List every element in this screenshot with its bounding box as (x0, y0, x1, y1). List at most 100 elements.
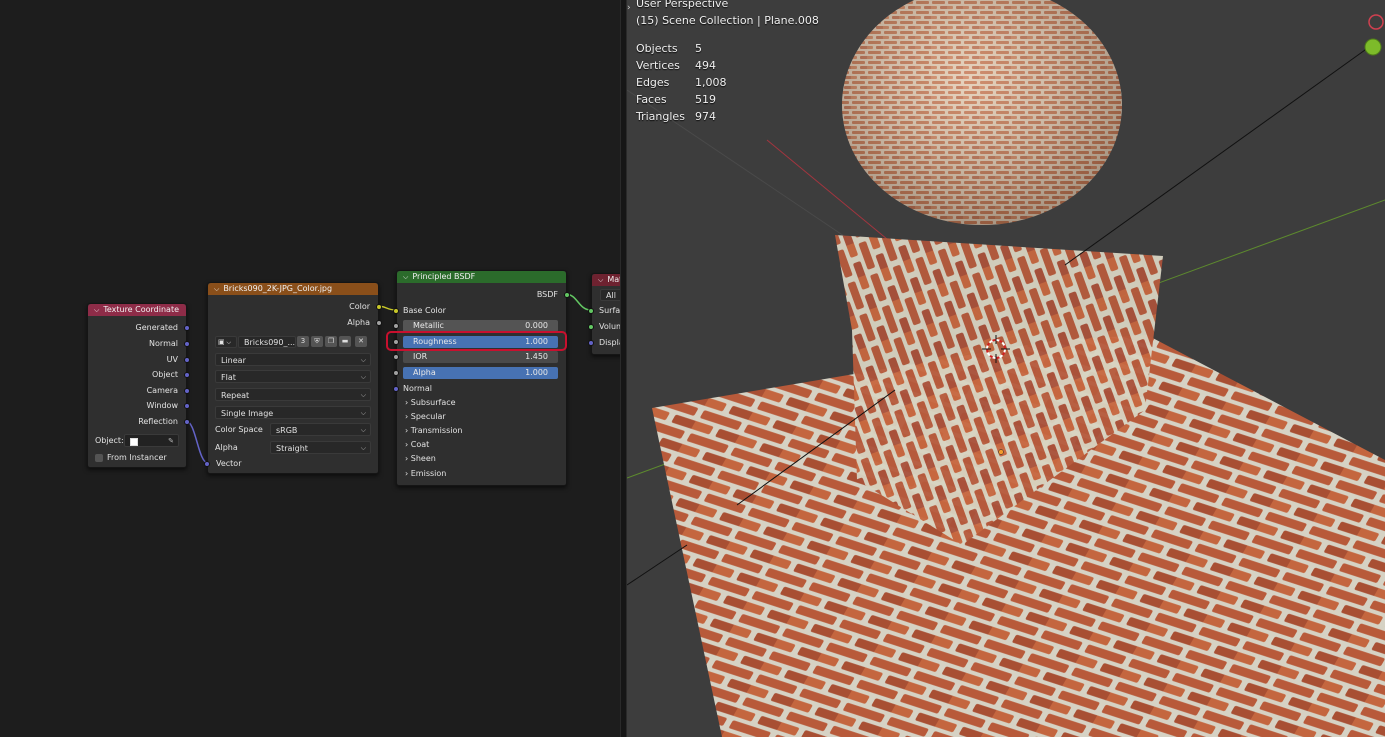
node-title: Mat (607, 275, 620, 284)
socket-normal-input[interactable] (393, 386, 399, 392)
extension-value: Repeat (221, 391, 250, 400)
chevron-down-icon: ⌵ (360, 409, 366, 417)
output-color: Color (349, 302, 370, 311)
socket-window[interactable] (184, 403, 190, 409)
socket-object[interactable] (184, 372, 190, 378)
node-header[interactable]: ⌵ Mat (592, 274, 620, 286)
material-output-node[interactable]: ⌵ Mat All Surface Volume Displac (588, 273, 620, 355)
stat-faces-label: Faces (636, 93, 667, 106)
panel-emission[interactable]: › Emission (405, 468, 446, 480)
output-uv: UV (166, 355, 178, 364)
object-icon (130, 437, 138, 446)
socket-displacement[interactable] (588, 340, 594, 346)
sphere-shading (842, 0, 1122, 225)
projection-select[interactable]: Flat ⌵ (215, 370, 371, 383)
gizmo-x-axis (1368, 14, 1384, 30)
chevron-down-icon[interactable]: ⌵ (598, 276, 603, 284)
image-browse-button[interactable]: ▣ ⌵ (215, 336, 237, 348)
panel-chevron-icon: › (405, 426, 409, 435)
socket-surface[interactable] (588, 308, 594, 314)
shield-icon[interactable]: ⛨ (311, 336, 323, 347)
panel-transmission[interactable]: › Transmission (405, 425, 462, 437)
color-space-select[interactable]: sRGB ⌵ (270, 423, 371, 436)
toolbar-toggle-icon[interactable]: › (627, 3, 631, 13)
panel-label: Specular (410, 412, 446, 421)
output-window: Window (146, 401, 178, 410)
object-origin (998, 449, 1004, 455)
panel-sheen[interactable]: › Sheen (405, 453, 436, 465)
source-select[interactable]: Single Image ⌵ (215, 406, 371, 419)
3d-viewport[interactable]: › User Perspective (15) Scene Collection… (627, 0, 1385, 737)
interpolation-select[interactable]: Linear ⌵ (215, 353, 371, 366)
color-space-value: sRGB (276, 426, 298, 435)
node-title: Texture Coordinate (103, 305, 179, 314)
panel-subsurface[interactable]: › Subsurface (405, 397, 456, 409)
socket-generated[interactable] (184, 325, 190, 331)
socket-reflection[interactable] (184, 419, 190, 425)
alpha-mode-select[interactable]: Straight ⌵ (270, 441, 371, 454)
node-header[interactable]: ⌵ Principled BSDF (397, 271, 566, 283)
output-alpha: Alpha (347, 318, 370, 327)
from-instancer-label: From Instancer (107, 453, 167, 462)
chevron-down-icon: ⌵ (360, 444, 366, 452)
duplicate-icon[interactable]: ❐ (325, 336, 337, 347)
alpha-field[interactable]: Alpha 1.000 (403, 367, 558, 379)
panel-label: Emission (410, 469, 447, 478)
socket-alpha-input[interactable] (393, 370, 399, 376)
image-texture-node[interactable]: ⌵ Bricks090_2K-JPG_Color.jpg Color Alpha … (204, 282, 382, 474)
eyedropper-icon[interactable]: ✎ (168, 435, 174, 446)
panel-chevron-icon: › (405, 454, 409, 463)
chevron-down-icon[interactable]: ⌵ (403, 273, 408, 281)
socket-uv[interactable] (184, 357, 190, 363)
object-label: Object: (95, 436, 124, 445)
socket-bsdf[interactable] (564, 292, 570, 298)
stat-faces-value: 519 (695, 93, 716, 106)
target-select[interactable]: All (600, 289, 620, 301)
stat-objects-value: 5 (695, 42, 702, 55)
link-reflection-vector (185, 420, 209, 464)
socket-alpha[interactable] (376, 320, 382, 326)
light-line (627, 544, 688, 586)
socket-base-color[interactable] (393, 308, 399, 314)
output-normal: Normal (149, 339, 178, 348)
interpolation-value: Linear (221, 356, 246, 365)
input-normal: Normal (403, 384, 432, 393)
principled-bsdf-node[interactable]: ⌵ Principled BSDF BSDF Base Color Metalli… (393, 270, 570, 486)
close-icon[interactable]: ✕ (355, 336, 367, 347)
image-name-field[interactable]: Bricks090_... (238, 336, 296, 348)
from-instancer-checkbox[interactable] (95, 454, 103, 462)
socket-volume[interactable] (588, 324, 594, 330)
gizmo-y-axis (1364, 38, 1382, 56)
node-editor[interactable]: ⌵ Texture Coordinate Generated Normal UV … (0, 0, 620, 737)
chevron-down-icon[interactable]: ⌵ (94, 306, 99, 314)
users-count[interactable]: 3 (297, 336, 309, 347)
socket-metallic[interactable] (393, 323, 399, 329)
node-title: Bricks090_2K-JPG_Color.jpg (223, 284, 333, 293)
object-picker[interactable]: ✎ (124, 434, 179, 447)
panel-coat[interactable]: › Coat (405, 439, 429, 451)
stat-objects-label: Objects (636, 42, 678, 55)
panel-specular[interactable]: › Specular (405, 411, 446, 423)
texture-coordinate-node[interactable]: ⌵ Texture Coordinate Generated Normal UV … (87, 303, 190, 468)
area-divider[interactable] (620, 0, 627, 737)
ior-field[interactable]: IOR 1.450 (403, 351, 558, 363)
node-title: Principled BSDF (412, 272, 476, 281)
chevron-down-icon: ⌵ (360, 391, 366, 399)
stat-vertices-value: 494 (695, 59, 716, 72)
chevron-down-icon[interactable]: ⌵ (214, 285, 219, 293)
alpha-label: Alpha (413, 368, 436, 377)
node-header[interactable]: ⌵ Bricks090_2K-JPG_Color.jpg (208, 283, 378, 295)
socket-vector[interactable] (204, 461, 210, 467)
view-perspective: User Perspective (636, 0, 729, 10)
panel-chevron-icon: › (405, 412, 409, 421)
alpha-mode-value: Straight (276, 444, 308, 453)
socket-ior[interactable] (393, 354, 399, 360)
socket-normal[interactable] (184, 341, 190, 347)
socket-color[interactable] (376, 304, 382, 310)
image-icon: ▣ (218, 338, 225, 346)
extension-select[interactable]: Repeat ⌵ (215, 388, 371, 401)
folder-icon[interactable]: ▬ (339, 336, 351, 347)
output-object: Object (151, 370, 178, 379)
socket-camera[interactable] (184, 388, 190, 394)
node-header[interactable]: ⌵ Texture Coordinate (88, 304, 186, 316)
